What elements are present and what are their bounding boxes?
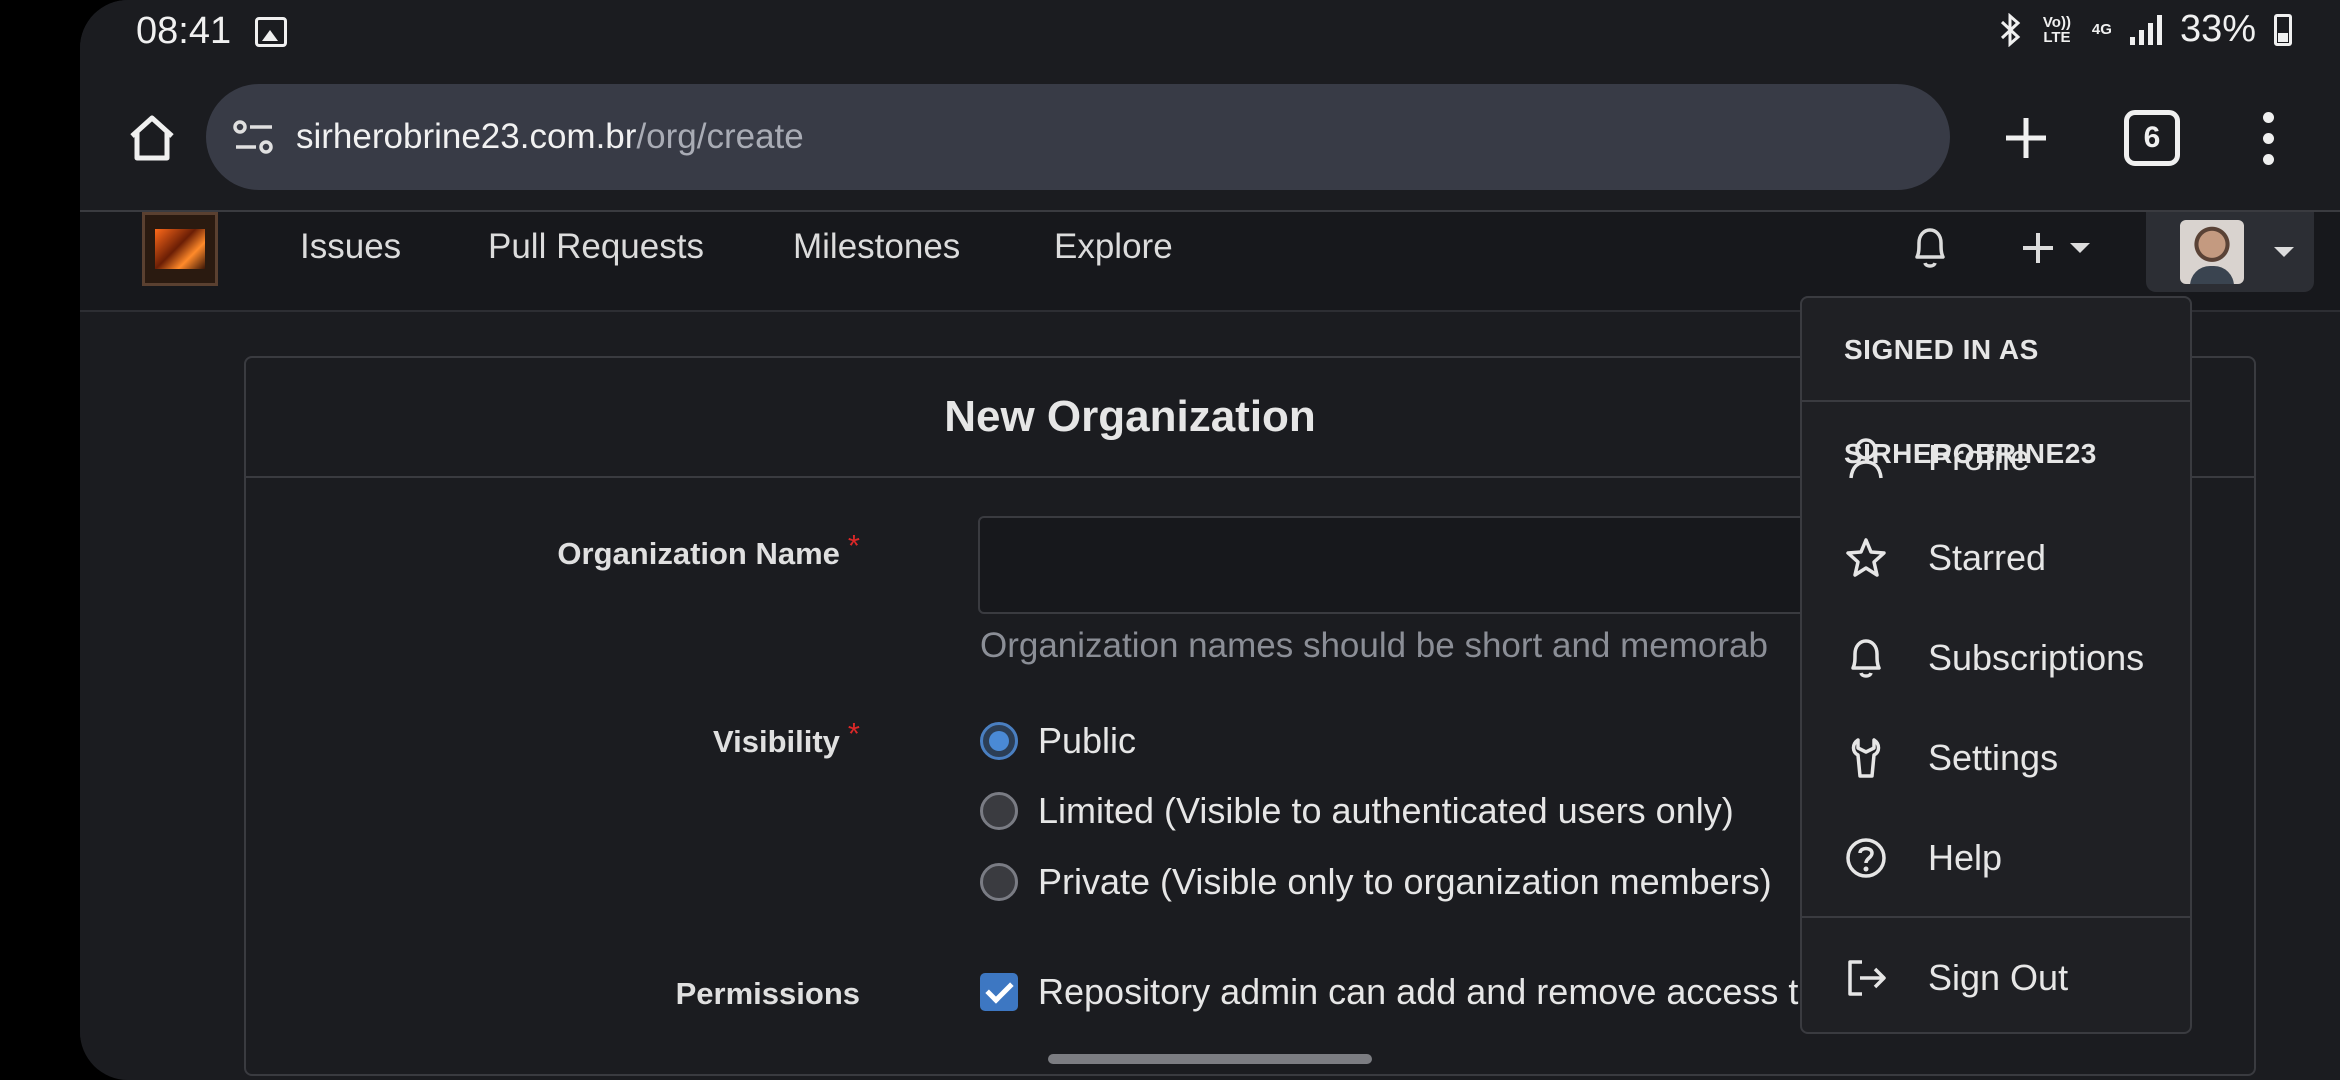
avatar	[2180, 220, 2244, 284]
nav-explore[interactable]: Explore	[1054, 212, 1173, 282]
organization-name-input[interactable]	[978, 516, 1878, 614]
url-path: /org/create	[636, 117, 804, 156]
gesture-navigation-bar[interactable]	[1048, 1054, 1372, 1064]
person-icon	[1844, 436, 1888, 480]
home-button[interactable]	[118, 104, 186, 172]
visibility-label: Visibility *	[713, 716, 860, 759]
radio-private[interactable]	[980, 863, 1018, 901]
signal-icon	[2129, 14, 2162, 45]
repo-admin-access-option[interactable]: Repository admin can add and remove acce…	[980, 971, 1798, 1013]
url-host: sirherobrine23.com.br	[296, 117, 637, 156]
nav-issues[interactable]: Issues	[300, 212, 401, 282]
status-indicators: Vo)) LTE 4G 33%	[1998, 8, 2292, 51]
question-circle-icon	[1844, 836, 1888, 880]
browser-menu-button[interactable]	[2246, 104, 2290, 172]
url-text: sirherobrine23.com.br/org/create	[296, 117, 804, 157]
radio-public[interactable]	[980, 722, 1018, 760]
sign-out-icon	[1844, 956, 1888, 1000]
menu-divider	[1802, 916, 2190, 918]
chevron-down-icon	[2274, 247, 2294, 257]
plus-icon	[2023, 233, 2053, 263]
tool-icon	[1844, 736, 1888, 780]
site-logo[interactable]	[142, 212, 218, 286]
visibility-limited-option[interactable]: Limited (Visible to authenticated users …	[980, 790, 1734, 832]
browser-toolbar: sirherobrine23.com.br/org/create 6	[80, 64, 2340, 212]
visibility-public-option[interactable]: Public	[980, 720, 1136, 762]
menu-item-sign-out[interactable]: Sign Out	[1802, 928, 2190, 1028]
new-tab-button[interactable]	[1992, 104, 2060, 172]
user-dropdown-menu: SIGNED IN AS SIRHEROBRINE23 Profile Star…	[1800, 296, 2192, 1034]
signed-in-as-header: SIGNED IN AS SIRHEROBRINE23	[1802, 298, 2190, 469]
repo-admin-access-checkbox[interactable]	[980, 973, 1018, 1011]
battery-percent: 33%	[2179, 8, 2256, 50]
required-mark: *	[847, 716, 860, 751]
status-time: 08:41	[136, 10, 232, 52]
battery-icon	[2274, 13, 2292, 46]
visibility-private-option[interactable]: Private (Visible only to organization me…	[980, 861, 1772, 903]
user-menu-button[interactable]	[2146, 212, 2314, 292]
bluetooth-icon	[2000, 12, 2021, 47]
nav-pull-requests[interactable]: Pull Requests	[488, 212, 704, 282]
bell-icon	[1844, 636, 1888, 680]
organization-name-help: Organization names should be short and m…	[980, 626, 1768, 665]
address-bar[interactable]: sirherobrine23.com.br/org/create	[206, 84, 1950, 190]
permissions-label: Permissions	[675, 976, 860, 1011]
plus-icon	[2006, 118, 2046, 158]
menu-item-subscriptions[interactable]: Subscriptions	[1802, 608, 2190, 708]
menu-item-starred[interactable]: Starred	[1802, 508, 2190, 608]
site-settings-icon[interactable]	[230, 113, 278, 161]
notifications-button[interactable]	[1900, 218, 1960, 278]
star-icon	[1844, 536, 1888, 580]
volte-indicator: Vo)) LTE	[2042, 13, 2071, 46]
phone-screen: 08:41 Vo)) LTE 4G 33% sirherobrine23.com…	[80, 0, 2340, 1080]
nav-milestones[interactable]: Milestones	[793, 212, 960, 282]
bell-icon	[1915, 228, 1945, 268]
create-new-button[interactable]	[2020, 218, 2150, 278]
organization-name-label: Organization Name *	[557, 528, 860, 571]
menu-item-help[interactable]: Help	[1802, 808, 2190, 908]
required-mark: *	[847, 528, 860, 563]
status-bar: 08:41 Vo)) LTE 4G 33%	[80, 0, 2340, 64]
home-icon	[130, 115, 174, 161]
image-notification-icon	[255, 17, 287, 47]
tab-switcher-button[interactable]: 6	[2124, 110, 2180, 166]
chevron-down-icon	[2070, 243, 2090, 253]
network-type-indicator: 4G	[2091, 21, 2112, 38]
radio-limited[interactable]	[980, 792, 1018, 830]
menu-item-settings[interactable]: Settings	[1802, 708, 2190, 808]
